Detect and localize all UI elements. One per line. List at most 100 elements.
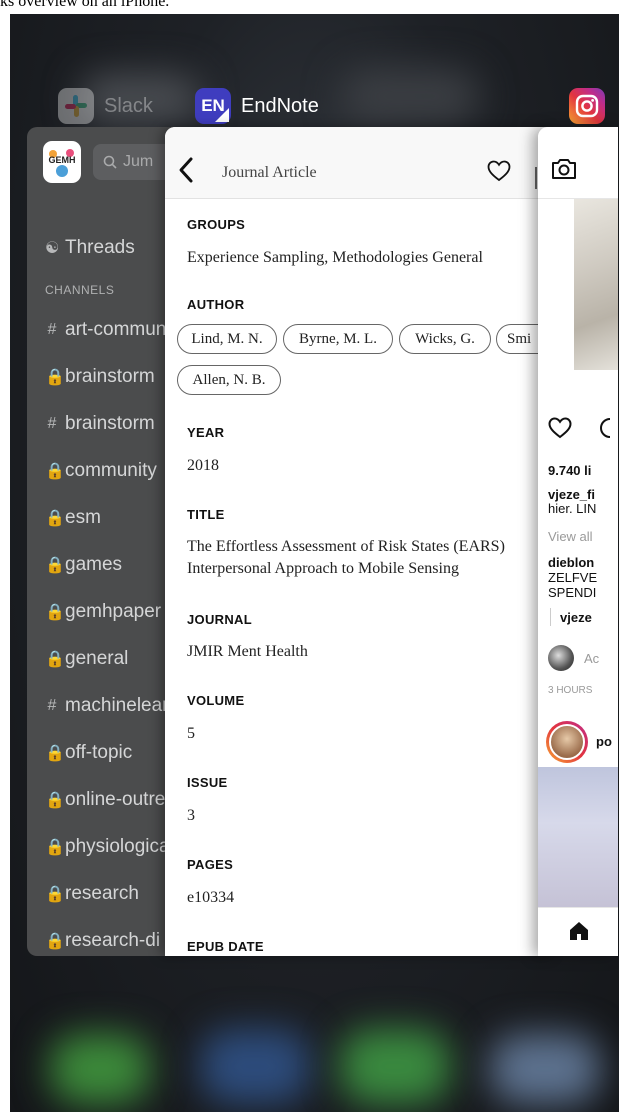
lock-icon: 🔒 <box>45 792 65 809</box>
blur-dock-messages <box>340 1029 450 1104</box>
blur-dock-mail <box>490 1034 600 1104</box>
lock-icon: 🔒 <box>45 557 65 574</box>
like-heart-icon[interactable] <box>548 417 572 439</box>
groups-label: GROUPS <box>187 217 246 232</box>
endnote-icon: EN <box>195 88 231 124</box>
nav-title: Journal Article <box>222 164 317 181</box>
year-value: 2018 <box>187 457 219 474</box>
post-time: 3 HOURS <box>548 685 593 696</box>
reply-thread-line <box>550 608 551 626</box>
instagram-tab-bar <box>538 907 618 956</box>
title-value-line1: The Effortless Assessment of Risk States… <box>187 538 505 555</box>
reply-username[interactable]: vjeze <box>560 610 592 625</box>
channel-item[interactable]: 🔒 games <box>45 554 122 576</box>
endnote-app-card[interactable]: Journal Article GROUPS Experience Sampli… <box>165 127 555 956</box>
channel-name: research <box>65 883 139 904</box>
channels-heading: CHANNELS <box>45 283 115 297</box>
channel-item[interactable]: 🔒 brainstorm <box>45 366 155 388</box>
channel-name: brainstorm <box>65 366 155 387</box>
own-avatar <box>548 645 574 671</box>
lock-icon: 🔒 <box>45 839 65 856</box>
slack-app-name: Slack <box>104 94 153 117</box>
slack-threads-item[interactable]: ☯ Threads <box>45 237 135 259</box>
search-icon <box>103 155 117 169</box>
channel-item[interactable]: 🔒 physiological <box>45 836 174 858</box>
toolbar-divider <box>535 167 537 189</box>
volume-value: 5 <box>187 725 195 742</box>
channel-item[interactable]: 🔒 gemhpaper <box>45 601 161 623</box>
comment-text-line1: ZELFVE <box>548 570 598 585</box>
figure-caption: ks overview on an iPhone. <box>0 0 170 10</box>
lock-icon: 🔒 <box>45 510 65 527</box>
channel-item[interactable]: 🔒 off-topic <box>45 742 132 764</box>
lock-icon: 🔒 <box>45 463 65 480</box>
channel-name: esm <box>65 507 101 528</box>
lock-icon: 🔒 <box>45 369 65 386</box>
author-chip[interactable]: Byrne, M. L. <box>283 324 393 354</box>
blur-dock-safari <box>200 1029 310 1104</box>
camera-icon[interactable] <box>550 157 578 181</box>
home-icon[interactable] <box>568 920 590 942</box>
view-all-comments[interactable]: View all <box>548 529 593 544</box>
lock-icon: 🔒 <box>45 886 65 903</box>
journal-value: JMIR Ment Health <box>187 643 308 660</box>
pages-label: PAGES <box>187 857 234 872</box>
lock-icon: 🔒 <box>45 933 65 950</box>
title-label: TITLE <box>187 507 225 522</box>
channel-item[interactable]: # brainstorm <box>45 413 155 435</box>
caption-username[interactable]: vjeze_fi <box>548 487 595 502</box>
endnote-nav-bar: Journal Article <box>165 127 555 199</box>
back-chevron-icon[interactable] <box>175 155 197 185</box>
channel-item[interactable]: 🔒 research-di <box>45 930 160 952</box>
threads-label: Threads <box>65 237 135 258</box>
channel-name: brainstorm <box>65 413 155 434</box>
comment-username[interactable]: dieblon <box>548 555 594 570</box>
hash-icon: # <box>47 697 57 714</box>
epub-date-label: EPUB DATE <box>187 939 264 954</box>
author-chip[interactable]: Wicks, G. <box>399 324 491 354</box>
author-chip[interactable]: Allen, N. B. <box>177 365 281 395</box>
issue-value: 3 <box>187 807 195 824</box>
add-comment-input[interactable]: Ac <box>584 651 599 666</box>
lock-icon: 🔒 <box>45 604 65 621</box>
comment-text-line2: SPENDI <box>548 585 597 600</box>
journal-label: JOURNAL <box>187 612 252 627</box>
blur-blob <box>340 69 480 124</box>
threads-icon: ☯ <box>45 240 60 257</box>
channel-item[interactable]: 🔒 community <box>45 460 157 482</box>
workspace-avatar[interactable]: GEMH <box>43 141 81 183</box>
instagram-app-label[interactable] <box>569 88 605 124</box>
instagram-app-card[interactable]: 9.740 li vjeze_fi hier. LIN View all die… <box>538 127 618 956</box>
slack-app-label[interactable]: Slack <box>58 88 153 124</box>
author-chip[interactable]: Lind, M. N. <box>177 324 277 354</box>
endnote-app-label[interactable]: EN EndNote <box>195 88 319 124</box>
instagram-icon <box>569 88 605 124</box>
channel-name: games <box>65 554 123 575</box>
channel-name: off-topic <box>65 742 133 763</box>
next-post-avatar-ring[interactable] <box>546 721 588 763</box>
lock-icon: 🔒 <box>45 745 65 762</box>
next-post-avatar <box>549 724 585 760</box>
channel-name: research-di <box>65 930 161 951</box>
channel-item[interactable]: 🔒 research <box>45 883 139 905</box>
author-label: AUTHOR <box>187 297 245 312</box>
channel-name: physiological <box>65 836 174 857</box>
lock-icon: 🔒 <box>45 651 65 668</box>
search-placeholder: Jum <box>123 153 154 170</box>
post-photo[interactable] <box>574 199 618 370</box>
channel-item[interactable]: 🔒 esm <box>45 507 101 529</box>
year-label: YEAR <box>187 425 225 440</box>
issue-label: ISSUE <box>187 775 228 790</box>
slack-icon <box>58 88 94 124</box>
pages-value: e10334 <box>187 889 235 906</box>
title-value-line2: Interpersonal Approach to Mobile Sensing <box>187 560 459 577</box>
heart-icon[interactable] <box>487 160 511 182</box>
hash-icon: # <box>47 415 57 432</box>
channel-name: community <box>65 460 157 481</box>
next-post-photo[interactable] <box>538 767 618 907</box>
comment-icon[interactable] <box>594 417 618 439</box>
next-post-username[interactable]: po <box>596 734 612 749</box>
hash-icon: # <box>47 321 57 338</box>
endnote-app-name: EndNote <box>241 94 319 117</box>
channel-item[interactable]: 🔒 general <box>45 648 128 670</box>
